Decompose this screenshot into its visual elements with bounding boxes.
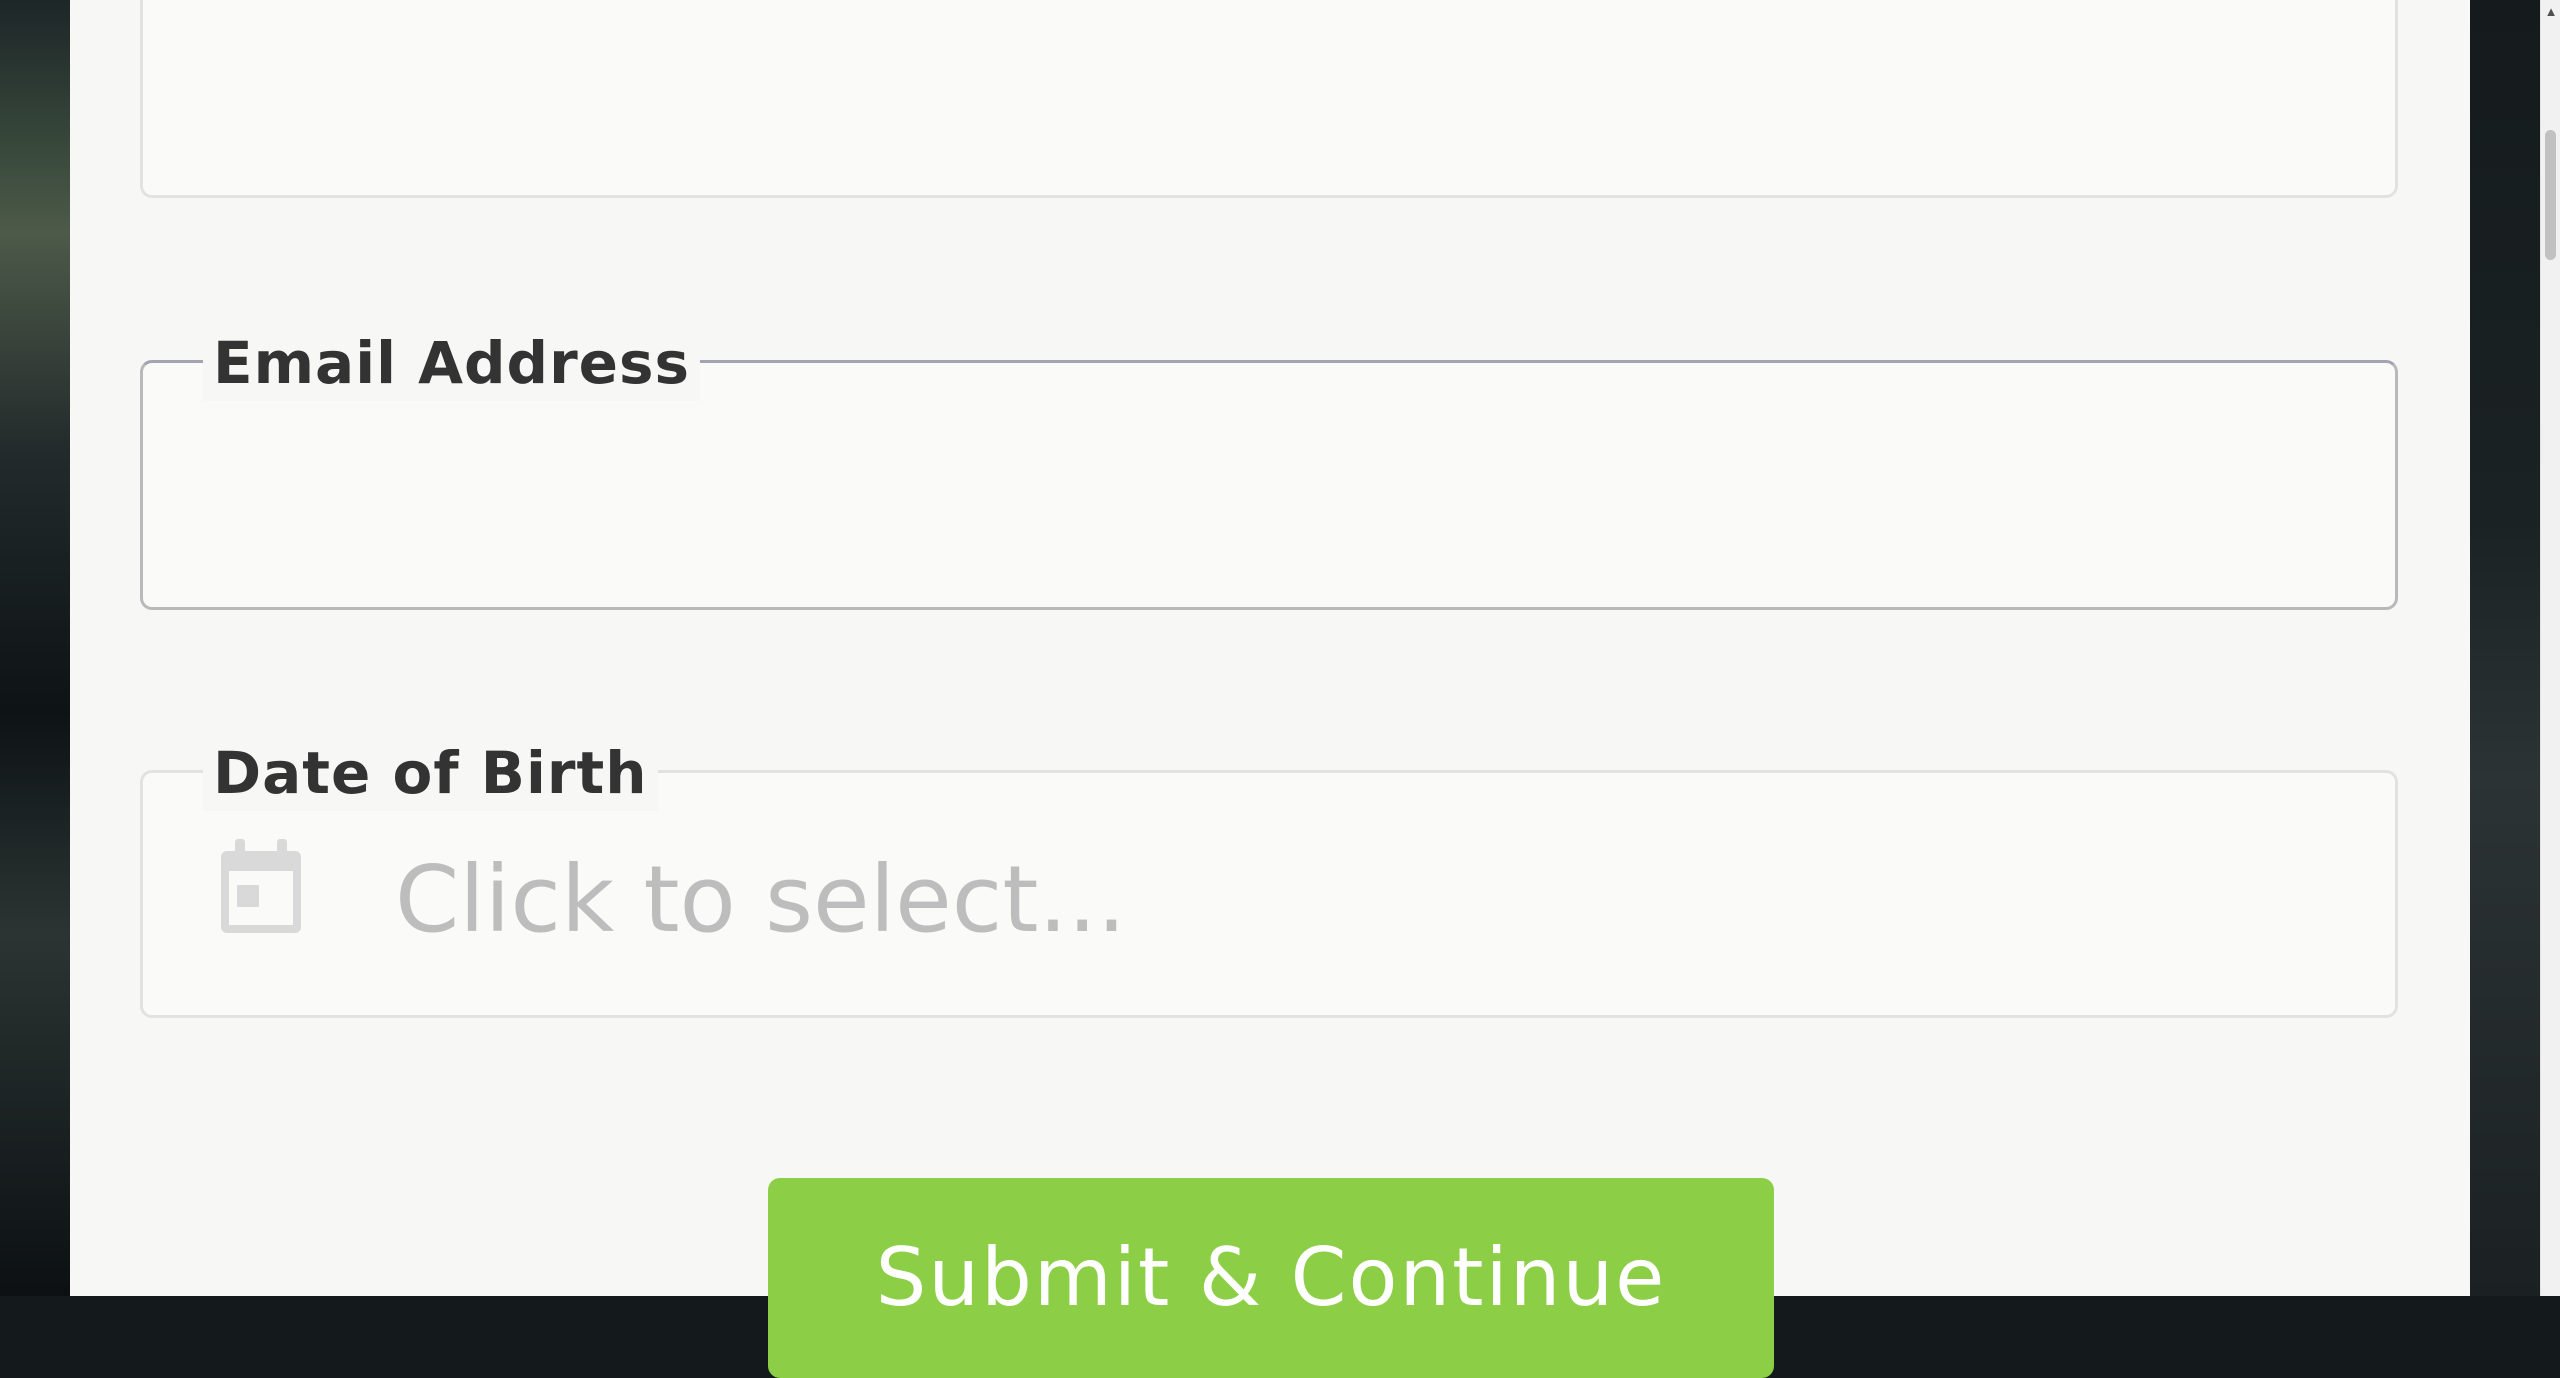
form-panel: Email Address Date of Birth Click to sel… bbox=[70, 0, 2470, 1378]
date-of-birth-label: Date of Birth bbox=[203, 735, 658, 811]
background-image-left bbox=[0, 0, 70, 1296]
scrollbar-thumb[interactable] bbox=[2545, 130, 2556, 260]
date-of-birth-field[interactable]: Date of Birth Click to select... bbox=[140, 735, 2398, 1018]
scroll-up-arrow-icon[interactable]: ▲ bbox=[2541, 0, 2560, 22]
submit-continue-button[interactable]: Submit & Continue bbox=[768, 1178, 1774, 1378]
email-field[interactable]: Email Address bbox=[140, 325, 2398, 610]
date-of-birth-placeholder[interactable]: Click to select... bbox=[395, 845, 1126, 955]
previous-field[interactable] bbox=[140, 0, 2398, 198]
vertical-scrollbar[interactable]: ▲ bbox=[2540, 0, 2560, 1296]
email-input[interactable] bbox=[143, 363, 2395, 607]
background-image-right bbox=[2470, 0, 2540, 1296]
calendar-icon[interactable] bbox=[215, 837, 307, 937]
